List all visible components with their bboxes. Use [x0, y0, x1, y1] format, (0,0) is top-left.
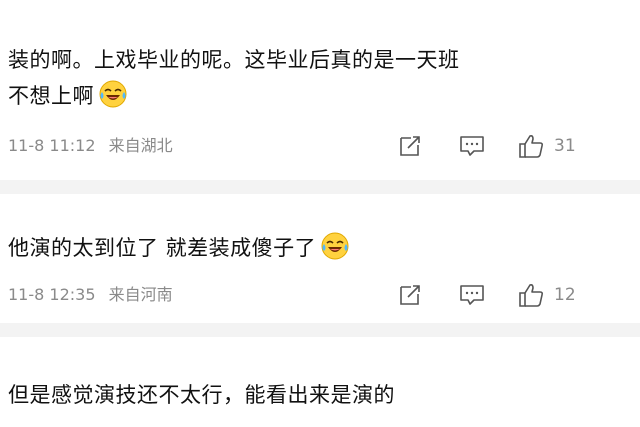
comment-text-line: 不想上啊 — [8, 84, 94, 108]
share-icon — [400, 285, 420, 305]
comment-text: 他演的太到位了 就差装成傻子了 — [8, 230, 600, 266]
comment-timestamp: 11-8 11:12 — [8, 136, 96, 155]
like-button[interactable]: 31 — [518, 131, 576, 161]
comment-location: 来自河南 — [108, 285, 173, 304]
like-count: 12 — [554, 285, 576, 305]
like-button[interactable]: 12 — [518, 280, 576, 310]
comment-meta: 11-8 11:12 来自湖北 31 — [8, 131, 628, 161]
comment-item: 他演的太到位了 就差装成傻子了 11-8 12:35 来自河南 12 — [0, 194, 640, 334]
comment-item: 但是感觉演技还不太行，能看出来是演的 — [0, 337, 640, 427]
comment-text: 装的啊。上戏毕业的呢。这毕业后真的是一天班 不想上啊 — [8, 42, 600, 114]
comment-text-line: 但是感觉演技还不太行，能看出来是演的 — [8, 383, 395, 407]
comment-timestamp: 11-8 12:35 — [8, 285, 96, 304]
share-icon — [400, 136, 420, 156]
comment-button[interactable] — [459, 131, 485, 161]
comment-location: 来自湖北 — [108, 136, 173, 155]
divider — [0, 180, 640, 194]
comment-text: 但是感觉演技还不太行，能看出来是演的 — [8, 377, 600, 413]
comment-icon — [460, 136, 484, 156]
share-button[interactable] — [398, 131, 422, 161]
comment-text-line: 装的啊。上戏毕业的呢。这毕业后真的是一天班 — [8, 48, 460, 72]
like-count: 31 — [554, 136, 576, 156]
share-button[interactable] — [398, 280, 422, 310]
divider — [0, 323, 640, 337]
thumbs-up-icon — [519, 284, 544, 307]
comment-meta: 11-8 12:35 来自河南 12 — [8, 280, 628, 310]
comment-icon — [460, 285, 484, 305]
laugh-cry-emoji-icon — [321, 232, 349, 260]
comment-text-line: 他演的太到位了 就差装成傻子了 — [8, 236, 317, 260]
thumbs-up-icon — [519, 135, 544, 158]
comment-button[interactable] — [459, 280, 485, 310]
comment-item: 装的啊。上戏毕业的呢。这毕业后真的是一天班 不想上啊 11-8 11:12 来自… — [0, 0, 640, 190]
laugh-cry-emoji-icon — [99, 80, 127, 108]
